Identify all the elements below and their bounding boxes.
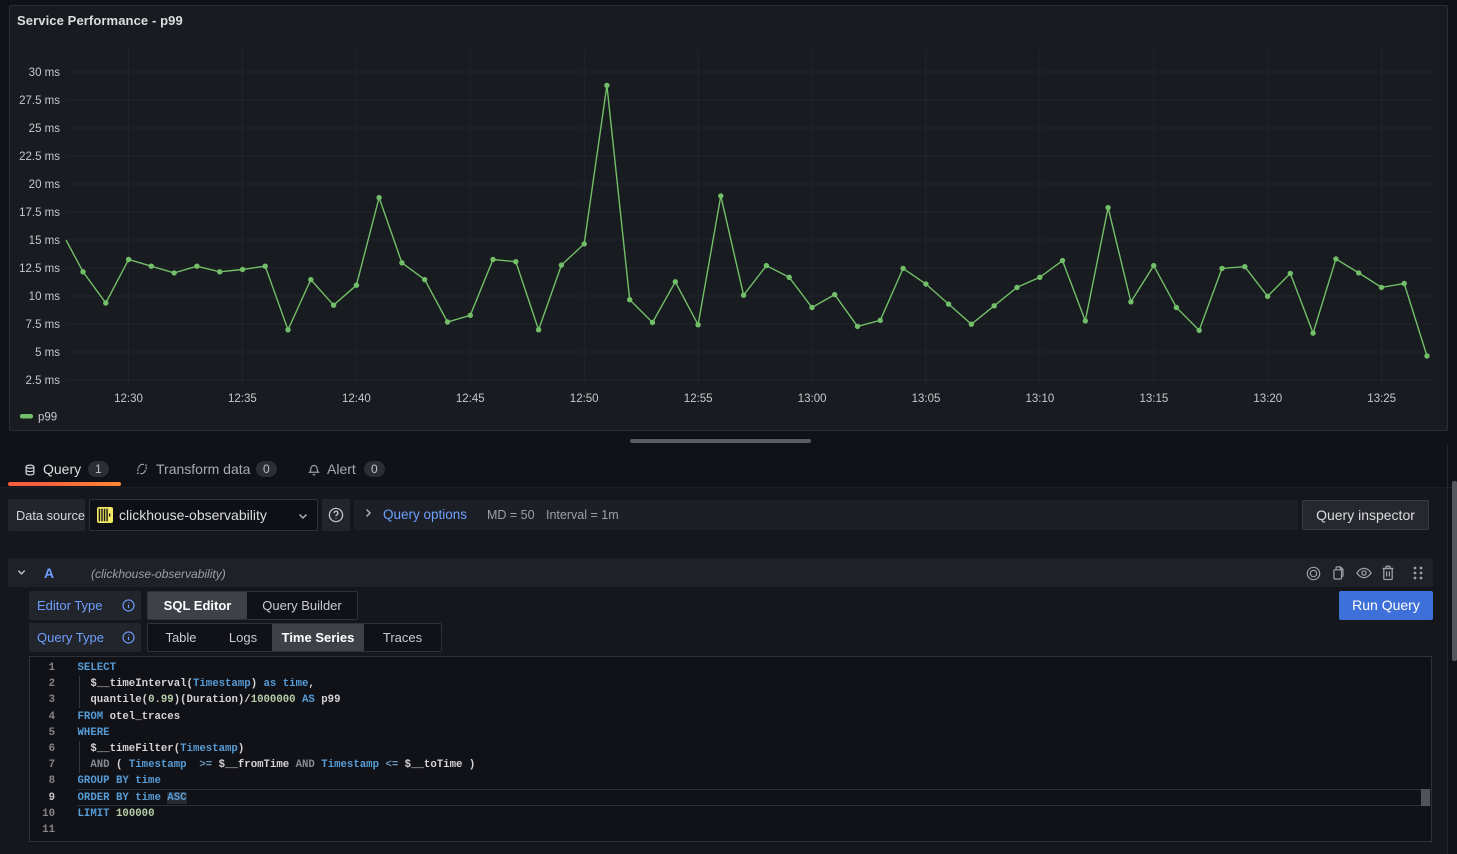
svg-text:12:40: 12:40 xyxy=(342,393,371,405)
svg-text:7.5 ms: 7.5 ms xyxy=(25,319,60,331)
svg-text:15 ms: 15 ms xyxy=(29,235,61,247)
svg-text:5 ms: 5 ms xyxy=(35,347,60,359)
svg-text:13:05: 13:05 xyxy=(912,393,941,405)
svg-text:13:25: 13:25 xyxy=(1367,393,1396,405)
svg-text:13:15: 13:15 xyxy=(1140,393,1169,405)
svg-text:p99: p99 xyxy=(38,412,57,424)
svg-text:12:30: 12:30 xyxy=(114,393,143,405)
svg-text:17.5 ms: 17.5 ms xyxy=(19,207,60,219)
svg-text:13:00: 13:00 xyxy=(798,393,827,405)
svg-text:12:45: 12:45 xyxy=(456,393,485,405)
svg-text:13:20: 13:20 xyxy=(1253,393,1282,405)
svg-text:25 ms: 25 ms xyxy=(29,123,61,135)
svg-text:27.5 ms: 27.5 ms xyxy=(19,95,60,107)
svg-text:12:55: 12:55 xyxy=(684,393,713,405)
svg-text:22.5 ms: 22.5 ms xyxy=(19,151,60,163)
svg-text:12:35: 12:35 xyxy=(228,393,257,405)
svg-text:12:50: 12:50 xyxy=(570,393,599,405)
svg-text:30 ms: 30 ms xyxy=(29,67,61,79)
svg-text:10 ms: 10 ms xyxy=(29,291,61,303)
svg-text:2.5 ms: 2.5 ms xyxy=(25,375,60,387)
svg-text:12.5 ms: 12.5 ms xyxy=(19,263,60,275)
svg-text:20 ms: 20 ms xyxy=(29,179,61,191)
svg-text:13:10: 13:10 xyxy=(1026,393,1055,405)
